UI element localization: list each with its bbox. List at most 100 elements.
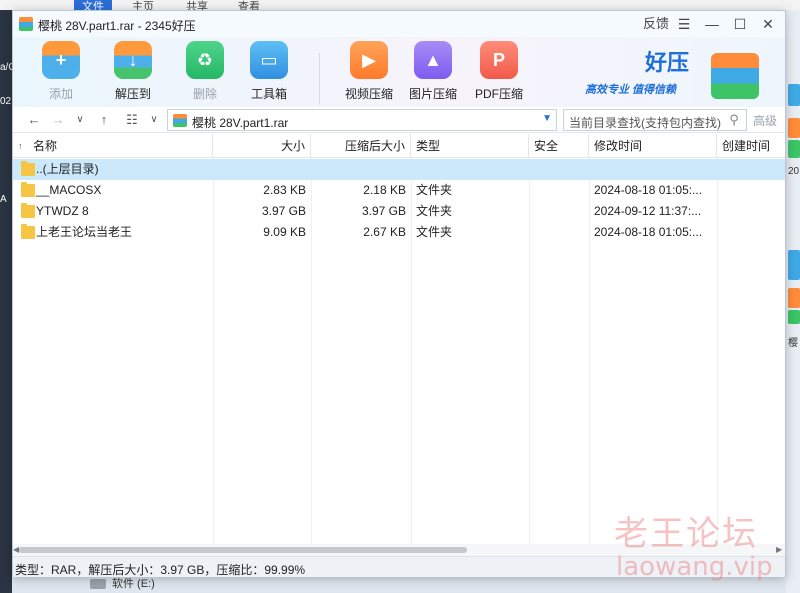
close-button[interactable]: ✕	[757, 14, 779, 34]
forward-icon[interactable]: →	[49, 111, 67, 129]
background-app-icon[interactable]	[788, 118, 800, 138]
path-dropdown-icon[interactable]: ▼	[542, 113, 552, 124]
extract-label: 解压到	[114, 87, 151, 101]
column-header-row: ↑ 名称 大小 压缩后大小 类型 安全 修改时间 创建时间	[13, 134, 785, 158]
row-modified: 2024-09-12 11:37:...	[594, 204, 702, 218]
view-dropdown-icon[interactable]: ∨	[145, 111, 163, 129]
column-header-name[interactable]: ↑ 名称	[13, 134, 213, 158]
background-app-icon[interactable]	[788, 250, 800, 280]
add-archive-icon: +	[42, 41, 80, 79]
recycle-icon: ♻	[186, 41, 224, 79]
background-app-icon[interactable]	[788, 84, 800, 106]
column-header-modified[interactable]: 修改时间	[589, 134, 717, 158]
search-input[interactable]: 当前目录查找(支持包内查找) ⚲	[563, 109, 747, 131]
path-field[interactable]: 樱桃 28V.part1.rar ▼	[167, 109, 557, 131]
background-right-text: 20	[788, 166, 800, 177]
background-right-strip	[786, 10, 800, 593]
table-row[interactable]: __MACOSX 2.83 KB 2.18 KB 文件夹 2024-08-18 …	[13, 180, 785, 201]
row-type: 文件夹	[416, 183, 453, 197]
background-left-text: 02	[0, 96, 12, 107]
image-icon: ▲	[414, 41, 452, 79]
row-packed-size: 3.97 GB	[361, 204, 406, 218]
background-app-icon[interactable]	[788, 140, 800, 158]
row-name: ..(上层目录)	[36, 162, 99, 176]
archive-app-icon	[19, 17, 33, 31]
brand-logo-icon	[711, 53, 759, 99]
back-icon[interactable]: ←	[25, 111, 43, 129]
toolbox-label: 工具箱	[250, 87, 287, 101]
video-compress-label: 视频压缩	[344, 87, 393, 101]
table-row-parent-dir[interactable]: ..(上层目录)	[13, 159, 785, 180]
file-list[interactable]: ↑ 名称 大小 压缩后大小 类型 安全 修改时间 创建时间 ..(上层目录) _…	[13, 134, 785, 544]
up-icon[interactable]: ↑	[95, 111, 113, 129]
haozip-window: 樱桃 28V.part1.rar - 2345好压 反馈 ☰ — ☐ ✕ + 添…	[12, 10, 786, 577]
archive-icon	[173, 114, 187, 127]
drive-icon	[90, 579, 106, 590]
watermark-text: 老王论坛	[614, 514, 758, 554]
watermark-url: laowang.vip	[616, 552, 773, 582]
video-icon: ▶	[350, 41, 388, 79]
status-text: 类型：RAR，解压后大小：3.97 GB，压缩比：99.99%	[15, 563, 306, 577]
address-bar: ← → ∨ ↑ ☷ ∨ 樱桃 28V.part1.rar ▼ 当前目录查找(支持…	[13, 107, 785, 133]
delete-button[interactable]: ♻ 删除	[175, 41, 235, 102]
search-placeholder: 当前目录查找(支持包内查找)	[569, 116, 721, 130]
row-type: 文件夹	[416, 225, 453, 239]
background-left-text: A	[0, 194, 7, 205]
history-dropdown-icon[interactable]: ∨	[71, 111, 89, 129]
row-size: 9.09 KB	[263, 225, 306, 239]
column-header-security[interactable]: 安全	[529, 134, 589, 158]
toolbox-button[interactable]: ▭ 工具箱	[239, 41, 299, 102]
pdf-compress-label: PDF压缩	[474, 87, 523, 101]
background-app-icon[interactable]	[788, 288, 800, 308]
row-size: 2.83 KB	[263, 183, 306, 197]
toolbox-icon: ▭	[250, 41, 288, 79]
toolbar-divider	[319, 53, 320, 105]
table-row[interactable]: 上老王论坛当老王 9.09 KB 2.67 KB 文件夹 2024-08-18 …	[13, 222, 785, 243]
window-title: 樱桃 28V.part1.rar - 2345好压	[38, 19, 196, 33]
row-modified: 2024-08-18 01:05:...	[594, 225, 703, 239]
row-name: 上老王论坛当老王	[36, 225, 133, 239]
view-mode-icon[interactable]: ☷	[123, 111, 141, 129]
row-packed-size: 2.67 KB	[363, 225, 406, 239]
drive-label: 软件 (E:)	[112, 578, 155, 590]
video-compress-button[interactable]: ▶ 视频压缩	[339, 41, 399, 102]
add-button[interactable]: + 添加	[31, 41, 91, 102]
add-label: 添加	[48, 87, 73, 101]
title-bar[interactable]: 樱桃 28V.part1.rar - 2345好压 反馈 ☰ — ☐ ✕	[13, 11, 785, 37]
column-header-type[interactable]: 类型	[411, 134, 529, 158]
menu-icon[interactable]: ☰	[673, 14, 695, 34]
scrollbar-thumb[interactable]	[19, 547, 467, 553]
column-header-size[interactable]: 大小	[213, 134, 311, 158]
background-right-text: 樱	[788, 338, 798, 349]
table-row[interactable]: YTWDZ 8 3.97 GB 3.97 GB 文件夹 2024-09-12 1…	[13, 201, 785, 222]
row-name: YTWDZ 8	[36, 204, 89, 218]
extract-to-button[interactable]: ↓ 解压到	[103, 41, 163, 102]
background-app-icon[interactable]	[788, 310, 800, 324]
advanced-search-link[interactable]: 高级	[753, 112, 777, 129]
path-text: 樱桃 28V.part1.rar	[192, 116, 289, 130]
maximize-button[interactable]: ☐	[729, 14, 751, 34]
row-type: 文件夹	[416, 204, 453, 218]
image-compress-button[interactable]: ▲ 图片压缩	[403, 41, 463, 102]
delete-label: 删除	[192, 87, 217, 101]
scroll-right-icon[interactable]: ▶	[776, 544, 784, 556]
feedback-button[interactable]: 反馈	[641, 14, 671, 34]
image-compress-label: 图片压缩	[408, 87, 457, 101]
brand-banner: 好压 高效专业 值得信赖	[583, 43, 773, 101]
pdf-icon: P	[480, 41, 518, 79]
row-size: 3.97 GB	[261, 204, 306, 218]
background-explorer-ribbon: 文件 主页 共享 查看	[0, 0, 800, 14]
column-header-created[interactable]: 创建时间	[717, 134, 785, 158]
main-toolbar: + 添加 ↓ 解压到 ♻ 删除 ▭ 工具箱 ▶ 视频压缩 ▲ 图片压缩 P PD…	[13, 37, 785, 107]
brand-name: 好压	[645, 50, 690, 75]
sort-up-icon: ↑	[18, 141, 23, 151]
minimize-button[interactable]: —	[701, 14, 723, 34]
row-modified: 2024-08-18 01:05:...	[594, 183, 703, 197]
brand-slogan: 高效专业 值得信赖	[585, 84, 677, 96]
search-icon[interactable]: ⚲	[725, 111, 743, 129]
extract-icon: ↓	[114, 41, 152, 79]
column-header-packed-size[interactable]: 压缩后大小	[311, 134, 411, 158]
row-packed-size: 2.18 KB	[363, 183, 406, 197]
pdf-compress-button[interactable]: P PDF压缩	[469, 41, 529, 102]
column-header-name-label: 名称	[33, 139, 58, 153]
